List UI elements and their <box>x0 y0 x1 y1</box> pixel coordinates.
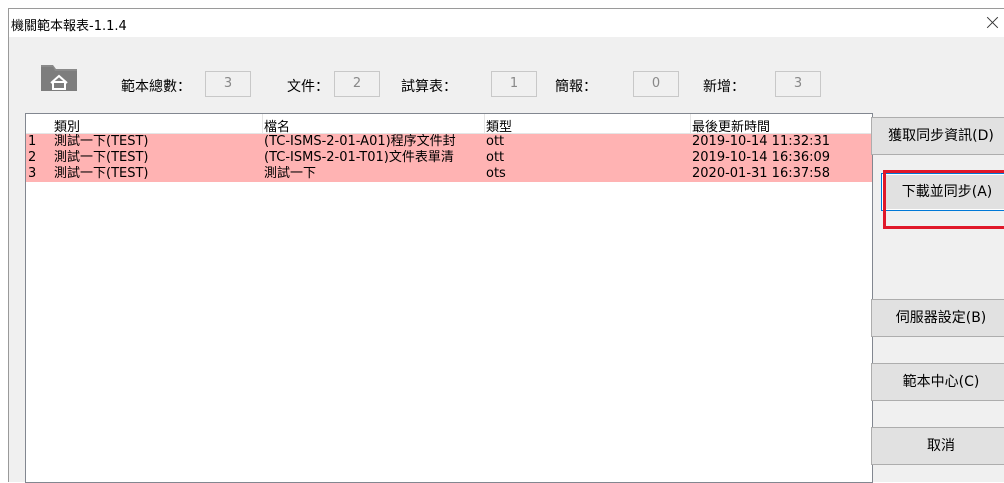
new-value: 3 <box>775 71 821 97</box>
download-and-sync-button[interactable]: 下載並同步(A) <box>881 173 1004 211</box>
row-index: 1 <box>28 134 37 149</box>
column-header-filename[interactable]: 檔名 <box>264 116 290 135</box>
row-type: ots <box>486 166 506 181</box>
template-list[interactable]: 類別 檔名 類型 最後更新時間 1 測試一下(TEST) (TC-ISMS-2-… <box>25 113 873 483</box>
home-folder-icon <box>41 65 77 91</box>
row-updated: 2019-10-14 11:32:31 <box>692 134 831 149</box>
row-type: ott <box>486 150 505 165</box>
table-row[interactable]: 3 測試一下(TEST) 測試一下 ots 2020-01-31 16:37:5… <box>26 166 872 182</box>
column-header-updated[interactable]: 最後更新時間 <box>692 116 770 135</box>
presentations-label: 簡報： <box>555 79 597 95</box>
row-type: ott <box>486 134 505 149</box>
template-report-window: 機關範本報表-1.1.4 範本總數： 3 文件： 2 試算表： 1 簡報： 0 … <box>8 8 1004 483</box>
total-templates-label: 範本總數： <box>121 79 191 95</box>
documents-value: 2 <box>334 71 380 97</box>
row-filename: 測試一下 <box>264 166 317 181</box>
documents-label: 文件： <box>287 79 329 95</box>
row-category: 測試一下(TEST) <box>54 150 149 165</box>
presentations-value: 0 <box>633 71 679 97</box>
row-category: 測試一下(TEST) <box>54 166 149 181</box>
row-index: 3 <box>28 166 37 181</box>
server-settings-button[interactable]: 伺服器設定(B) <box>871 299 1004 337</box>
row-filename: (TC-ISMS-2-01-A01)程序文件封 <box>264 134 456 149</box>
spreadsheets-label: 試算表： <box>401 79 457 95</box>
close-icon[interactable] <box>982 11 1004 35</box>
new-label: 新增： <box>703 79 745 95</box>
table-row[interactable]: 2 測試一下(TEST) (TC-ISMS-2-01-T01)文件表單清 ott… <box>26 150 872 166</box>
title-bar: 機關範本報表-1.1.4 <box>9 9 1004 37</box>
row-updated: 2019-10-14 16:36:09 <box>692 150 831 165</box>
row-updated: 2020-01-31 16:37:58 <box>692 166 831 181</box>
template-center-button[interactable]: 範本中心(C) <box>871 363 1004 401</box>
list-header: 類別 檔名 類型 最後更新時間 <box>26 114 872 135</box>
row-filename: (TC-ISMS-2-01-T01)文件表單清 <box>264 150 454 165</box>
fetch-sync-info-button[interactable]: 獲取同步資訊(D) <box>871 117 1004 155</box>
spreadsheets-value: 1 <box>491 71 537 97</box>
row-index: 2 <box>28 150 37 165</box>
cancel-button[interactable]: 取消 <box>871 427 1004 465</box>
total-templates-value: 3 <box>205 71 251 97</box>
column-header-category[interactable]: 類別 <box>54 116 80 135</box>
window-title: 機關範本報表-1.1.4 <box>11 19 127 34</box>
table-row[interactable]: 1 測試一下(TEST) (TC-ISMS-2-01-A01)程序文件封 ott… <box>26 134 872 150</box>
row-category: 測試一下(TEST) <box>54 134 149 149</box>
column-header-type[interactable]: 類型 <box>486 116 512 135</box>
